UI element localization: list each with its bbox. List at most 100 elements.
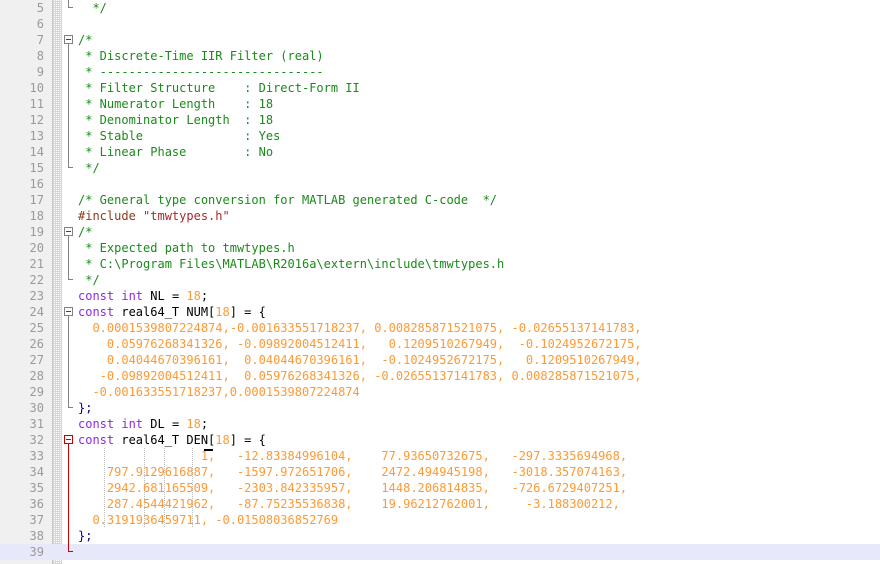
code-line[interactable]: 25 0.0001539807224874,-0.001633551718237… xyxy=(0,320,880,336)
code-line[interactable]: 20 * Expected path to tmwtypes.h xyxy=(0,240,880,256)
code-line[interactable]: 12 * Denominator Length : 18 xyxy=(0,112,880,128)
code-text: }; xyxy=(78,400,92,416)
token-number: -0.09892004512411, 0.05976268341326, -0.… xyxy=(78,369,642,383)
code-text: const real64_T NUM[18] = { xyxy=(78,304,266,320)
code-line[interactable]: 18 #include "tmwtypes.h" xyxy=(0,208,880,224)
code-line[interactable]: 29 -0.001633551718237,0.0001539807224874 xyxy=(0,384,880,400)
token-plain: ] = { xyxy=(229,305,266,319)
line-number: 19 xyxy=(29,225,44,239)
fold-toggle-icon[interactable] xyxy=(62,432,78,448)
code-line[interactable]: 8 * Discrete-Time IIR Filter (real) xyxy=(0,48,880,64)
token-comment: * Numerator Length : 18 xyxy=(78,97,274,111)
matching-bracket-marker xyxy=(204,449,213,451)
fold-guide-line xyxy=(62,384,78,400)
line-number: 14 xyxy=(29,145,44,159)
token-operator: }; xyxy=(78,529,93,543)
fold-end-icon xyxy=(62,0,78,16)
code-line[interactable]: 30}; xyxy=(0,400,880,416)
token-keyword: const xyxy=(78,417,115,431)
code-text: * Numerator Length : 18 xyxy=(78,96,273,112)
token-comment: * Discrete-Time IIR Filter (real) xyxy=(78,49,324,63)
line-number: 8 xyxy=(36,49,44,63)
code-line[interactable]: 6 xyxy=(0,16,880,32)
code-line[interactable]: 24 const real64_T NUM[18] = { xyxy=(0,304,880,320)
fold-end-icon xyxy=(62,272,78,288)
code-line[interactable]: 26 0.05976268341326, -0.09892004512411, … xyxy=(0,336,880,352)
code-text: 287.4544421962, -87.75235536838, 19.9621… xyxy=(78,496,620,512)
fold-toggle-icon[interactable] xyxy=(62,304,78,320)
fold-toggle-icon[interactable] xyxy=(62,224,78,240)
code-line[interactable]: 21 * C:\Program Files\MATLAB\R2016a\exte… xyxy=(0,256,880,272)
line-number: 29 xyxy=(29,385,44,399)
token-number: 18 xyxy=(186,289,201,303)
code-line[interactable]: 33 1, -12.83384996104, 77.93650732675, -… xyxy=(0,448,880,464)
code-line[interactable]: 13 * Stable : Yes xyxy=(0,128,880,144)
line-number: 7 xyxy=(36,33,44,47)
code-text: 0.0001539807224874,-0.001633551718237, 0… xyxy=(78,320,641,336)
fold-guide-line xyxy=(62,240,78,256)
code-line[interactable]: 5 */ xyxy=(0,0,880,16)
code-line[interactable]: 36 287.4544421962, -87.75235536838, 19.9… xyxy=(0,496,880,512)
line-number: 6 xyxy=(36,17,44,31)
line-number: 37 xyxy=(29,513,44,527)
fold-guide-line xyxy=(62,48,78,64)
code-line[interactable]: 9 * ------------------------------- xyxy=(0,64,880,80)
line-number: 24 xyxy=(29,305,44,319)
code-line[interactable]: 10 * Filter Structure : Direct-Form II xyxy=(0,80,880,96)
fold-guide-line xyxy=(62,512,78,528)
line-number: 35 xyxy=(29,481,44,495)
code-editor[interactable]: 5 */6 7/* 8 * Discrete-Time IIR Filter (re… xyxy=(0,0,880,564)
line-number: 21 xyxy=(29,257,44,271)
code-line[interactable]: 32 const real64_T DEN[18] = { xyxy=(0,432,880,448)
token-comment: /* xyxy=(78,225,93,239)
code-line[interactable]: 31 const int DL = 18; xyxy=(0,416,880,432)
token-comment: * Expected path to tmwtypes.h xyxy=(78,241,295,255)
code-lines-container[interactable]: 5 */6 7/* 8 * Discrete-Time IIR Filter (re… xyxy=(0,0,880,560)
code-line[interactable]: 38}; xyxy=(0,528,880,544)
code-line[interactable]: 16 xyxy=(0,176,880,192)
token-comment: * Denominator Length : 18 xyxy=(78,113,274,127)
line-number: 23 xyxy=(29,289,44,303)
code-line[interactable]: 34 797.9129616887, -1597.972651706, 2472… xyxy=(0,464,880,480)
code-text: * Discrete-Time IIR Filter (real) xyxy=(78,48,324,64)
line-number: 9 xyxy=(36,65,44,79)
code-text: * Linear Phase : No xyxy=(78,144,273,160)
code-line[interactable]: 28 -0.09892004512411, 0.05976268341326, … xyxy=(0,368,880,384)
token-plain: ] = { xyxy=(229,433,266,447)
code-line[interactable]: 35 2942.681165509, -2303.842335957, 1448… xyxy=(0,480,880,496)
token-plain: DL = xyxy=(143,417,187,431)
code-text: 2942.681165509, -2303.842335957, 1448.20… xyxy=(78,480,627,496)
token-comment: * ------------------------------- xyxy=(78,65,324,79)
token-comment: */ xyxy=(78,161,100,175)
line-number: 30 xyxy=(29,401,44,415)
token-plain: NL = xyxy=(143,289,187,303)
fold-guide-line xyxy=(62,352,78,368)
code-line[interactable]: 37 0.3191936459711, -0.01508036852769 xyxy=(0,512,880,528)
fold-guide-line xyxy=(62,480,78,496)
code-line[interactable]: 11 * Numerator Length : 18 xyxy=(0,96,880,112)
code-line[interactable]: 17 /* General type conversion for MATLAB … xyxy=(0,192,880,208)
token-number: 18 xyxy=(186,417,201,431)
code-line[interactable]: 7 /* xyxy=(0,32,880,48)
code-line[interactable]: 39 xyxy=(0,544,880,560)
fold-end-icon xyxy=(62,400,78,416)
token-comment: * Linear Phase : No xyxy=(78,145,274,159)
line-number: 25 xyxy=(29,321,44,335)
code-text: const int DL = 18; xyxy=(78,416,208,432)
code-line[interactable]: 22 */ xyxy=(0,272,880,288)
code-line[interactable]: 14 * Linear Phase : No xyxy=(0,144,880,160)
code-text: */ xyxy=(78,272,99,288)
fold-guide-line xyxy=(62,96,78,112)
code-line[interactable]: 27 0.04044670396161, 0.04044670396161, -… xyxy=(0,352,880,368)
fold-toggle-icon[interactable] xyxy=(62,32,78,48)
code-line[interactable]: 23 const int NL = 18; xyxy=(0,288,880,304)
fold-guide-line xyxy=(62,144,78,160)
fold-column-empty xyxy=(62,176,78,192)
line-number: 27 xyxy=(29,353,44,367)
code-text: -0.09892004512411, 0.05976268341326, -0.… xyxy=(78,368,642,384)
fold-column-empty xyxy=(62,416,78,432)
line-number: 5 xyxy=(36,1,44,15)
code-line[interactable]: 15 */ xyxy=(0,160,880,176)
code-line[interactable]: 19 /* xyxy=(0,224,880,240)
code-text: */ xyxy=(78,0,106,16)
